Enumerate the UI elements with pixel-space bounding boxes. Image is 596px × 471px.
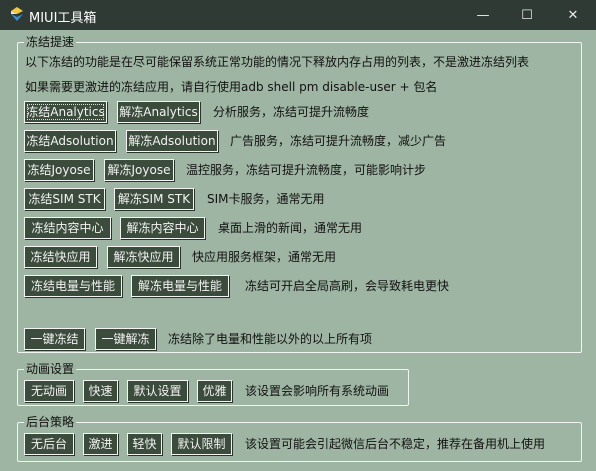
- animation-note: 该设置会影响所有系统动画: [245, 384, 390, 398]
- freeze-description-2: 如果需要更激进的冻结应用，请自行使用adb shell pm disable-u…: [25, 80, 438, 94]
- minimize-icon: —: [476, 7, 490, 23]
- one-key-freeze-button[interactable]: 一键冻结: [24, 328, 85, 350]
- analytics-note: 分析服务，冻结可提升流畅度: [213, 105, 370, 119]
- unfreeze-analytics-button[interactable]: 解冻Analytics: [117, 101, 200, 123]
- freeze-analytics-button[interactable]: 冻结Analytics: [24, 101, 107, 123]
- one-key-unfreeze-button[interactable]: 一键解冻: [95, 328, 156, 350]
- content-center-note: 桌面上滑的新闻，通常无用: [218, 221, 363, 235]
- maximize-icon: ☐: [521, 7, 533, 23]
- app-logo-icon: [11, 7, 23, 21]
- bg-none-button[interactable]: 无后台: [24, 433, 74, 455]
- unfreeze-power-performance-button[interactable]: 解冻电量与性能: [131, 275, 229, 297]
- freeze-quick-app-button[interactable]: 冻结快应用: [24, 246, 97, 268]
- freeze-adsolution-button[interactable]: 冻结Adsolution: [24, 130, 116, 152]
- bg-aggressive-button[interactable]: 激进: [83, 433, 118, 455]
- anim-fast-button[interactable]: 快速: [83, 380, 118, 402]
- unfreeze-quick-app-button[interactable]: 解冻快应用: [107, 246, 180, 268]
- freeze-power-performance-button[interactable]: 冻结电量与性能: [24, 275, 122, 297]
- bg-default-limit-button[interactable]: 默认限制: [171, 433, 232, 455]
- unfreeze-content-center-button[interactable]: 解冻内容中心: [120, 217, 205, 239]
- anim-none-button[interactable]: 无动画: [24, 380, 74, 402]
- background-note: 该设置可能会引起微信后台不稳定，推荐在备用机上使用: [245, 437, 546, 451]
- freeze-description-1: 以下冻结的功能是在尽可能保留系统正常功能的情况下释放内存占用的列表，不是激进冻结…: [25, 55, 530, 69]
- sim-stk-note: SIM卡服务，通常无用: [207, 192, 325, 206]
- close-button[interactable]: ✕: [550, 0, 596, 30]
- quick-app-note: 快应用服务框架，通常无用: [192, 250, 337, 264]
- minimize-button[interactable]: —: [460, 0, 506, 30]
- freeze-sim-stk-button[interactable]: 冻结SIM STK: [24, 188, 105, 210]
- anim-default-button[interactable]: 默认设置: [127, 380, 188, 402]
- power-performance-note: 冻结可开启全局高刷，会导致耗电更快: [245, 279, 450, 293]
- unfreeze-sim-stk-button[interactable]: 解冻SIM STK: [114, 188, 194, 210]
- window-title: MIUI工具箱: [29, 11, 97, 26]
- maximize-button[interactable]: ☐: [504, 0, 550, 30]
- freeze-content-center-button[interactable]: 冻结内容中心: [24, 217, 111, 239]
- close-icon: ✕: [567, 7, 579, 23]
- background-group-legend: 后台策略: [24, 415, 77, 429]
- one-key-note: 冻结除了电量和性能以外的以上所有项: [168, 332, 373, 346]
- anim-elegant-button[interactable]: 优雅: [197, 380, 232, 402]
- title-bar: MIUI工具箱 — ☐ ✕: [0, 0, 596, 30]
- adsolution-note: 广告服务，冻结可提升流畅度，减少广告: [230, 134, 447, 148]
- unfreeze-joyose-button[interactable]: 解冻Joyose: [104, 159, 174, 181]
- joyose-note: 温控服务，冻结可提升流畅度，可能影响计步: [186, 163, 427, 177]
- freeze-group-legend: 冻结提速: [24, 35, 77, 49]
- animation-group-legend: 动画设置: [24, 362, 77, 376]
- unfreeze-adsolution-button[interactable]: 解冻Adsolution: [126, 130, 218, 152]
- bg-light-button[interactable]: 轻快: [127, 433, 162, 455]
- freeze-joyose-button[interactable]: 冻结Joyose: [24, 159, 94, 181]
